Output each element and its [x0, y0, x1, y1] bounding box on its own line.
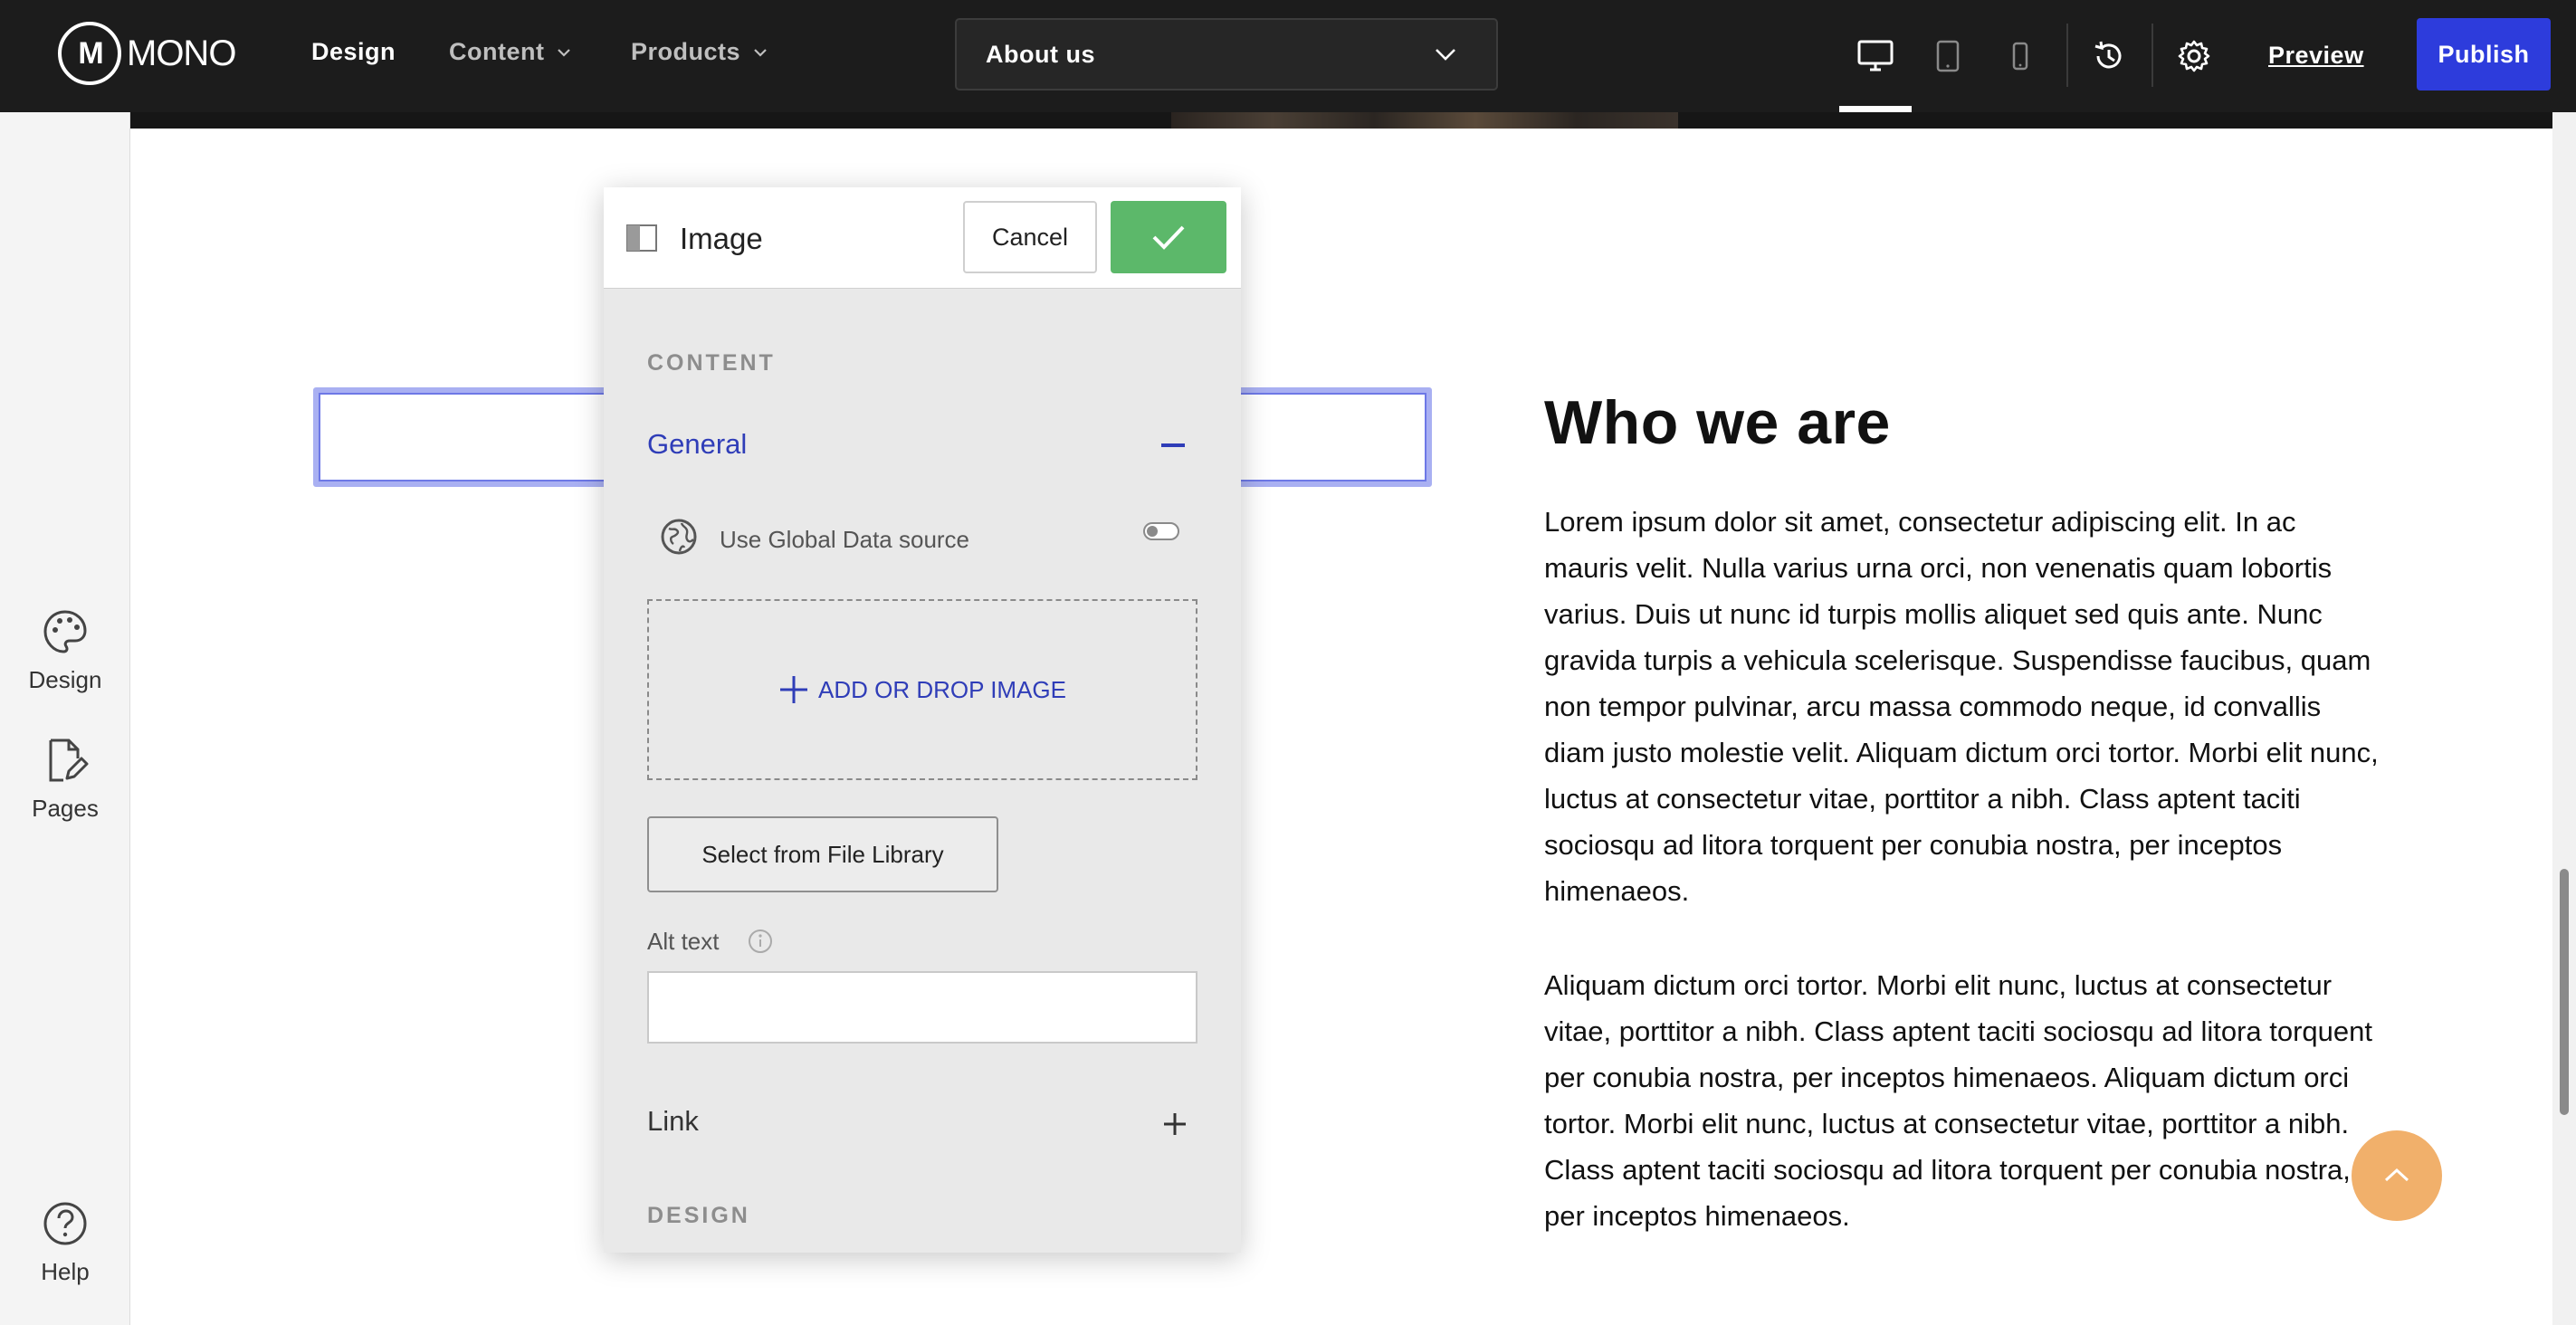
nav-design[interactable]: Design — [311, 38, 396, 66]
file-library-button[interactable]: Select from File Library — [647, 816, 998, 892]
desktop-icon[interactable] — [1856, 36, 1895, 76]
palette-icon — [43, 610, 87, 653]
logo[interactable]: M MONO — [58, 22, 236, 85]
panel-header: Image Cancel — [604, 187, 1241, 289]
section-heading: Who we are — [1544, 388, 1891, 457]
globe-icon — [661, 519, 697, 555]
plus-icon — [779, 676, 807, 703]
history-icon[interactable] — [2089, 36, 2129, 76]
content-section-label: CONTENT — [647, 350, 776, 376]
scrollbar-track[interactable] — [2552, 112, 2576, 1325]
alt-text-input[interactable] — [647, 971, 1197, 1044]
logo-mark: M — [58, 22, 121, 85]
cancel-button[interactable]: Cancel — [963, 201, 1097, 273]
use-global-label: Use Global Data source — [720, 526, 970, 553]
sidebar-item-label: Design — [28, 666, 102, 693]
info-icon[interactable] — [747, 928, 774, 955]
collapse-icon[interactable] — [1161, 443, 1185, 447]
sidebar-item-label: Help — [41, 1258, 90, 1285]
nav-products[interactable]: Products — [631, 38, 768, 66]
divider — [2066, 24, 2068, 87]
gear-icon[interactable] — [2174, 36, 2214, 76]
image-drop-zone[interactable]: ADD OR DROP IMAGE — [647, 599, 1197, 780]
tablet-icon[interactable] — [1928, 36, 1968, 76]
chevron-down-icon — [1436, 49, 1455, 61]
page-edit-icon — [49, 739, 89, 782]
help-icon — [43, 1202, 87, 1245]
expand-plus-icon[interactable] — [1161, 1111, 1188, 1138]
publish-button[interactable]: Publish — [2417, 18, 2551, 91]
design-section-label: DESIGN — [647, 1203, 750, 1228]
nav-design-label: Design — [311, 38, 396, 65]
chevron-up-icon — [2384, 1168, 2409, 1182]
alt-text-label: Alt text — [647, 928, 720, 955]
image-settings-panel: Image Cancel CONTENT General Use Global … — [604, 187, 1241, 1253]
divider — [2151, 24, 2153, 87]
chevron-down-icon — [558, 48, 571, 57]
general-accordion-toggle[interactable]: General — [647, 428, 747, 461]
sidebar-item-label: Pages — [32, 795, 99, 822]
use-global-toggle[interactable] — [1143, 522, 1179, 540]
logo-text: MONO — [127, 33, 236, 73]
page-selector-value: About us — [986, 40, 1095, 68]
chevron-down-icon — [754, 48, 767, 57]
sidebar-item-design[interactable]: Design — [0, 608, 130, 694]
preview-link[interactable]: Preview — [2268, 42, 2364, 70]
nav-content-label: Content — [449, 38, 545, 65]
panel-title: Image — [680, 222, 763, 255]
left-sidebar: Design Pages Help — [0, 112, 130, 1325]
scroll-top-button[interactable] — [2352, 1130, 2442, 1221]
nav-products-label: Products — [631, 38, 741, 65]
page-selector[interactable]: About us — [955, 18, 1498, 91]
active-device-indicator — [1839, 106, 1912, 112]
sidebar-item-help[interactable]: Help — [0, 1200, 130, 1286]
paragraph: Aliquam dictum orci tortor. Morbi elit n… — [1544, 969, 2372, 1232]
hero-image-strip — [130, 112, 2552, 129]
top-toolbar: M MONO Design Content Products About us … — [0, 0, 2576, 112]
scrollbar-thumb[interactable] — [2560, 869, 2569, 1115]
drop-zone-label: ADD OR DROP IMAGE — [817, 675, 1066, 703]
sidebar-item-pages[interactable]: Pages — [0, 737, 130, 823]
paragraph: Lorem ipsum dolor sit amet, consectetur … — [1544, 506, 2379, 907]
mobile-icon[interactable] — [2000, 36, 2040, 76]
confirm-button[interactable] — [1111, 201, 1226, 273]
link-accordion-toggle[interactable]: Link — [647, 1105, 699, 1138]
nav-content[interactable]: Content — [449, 38, 571, 66]
check-icon — [1152, 225, 1185, 250]
panel-layout-icon — [626, 224, 657, 252]
